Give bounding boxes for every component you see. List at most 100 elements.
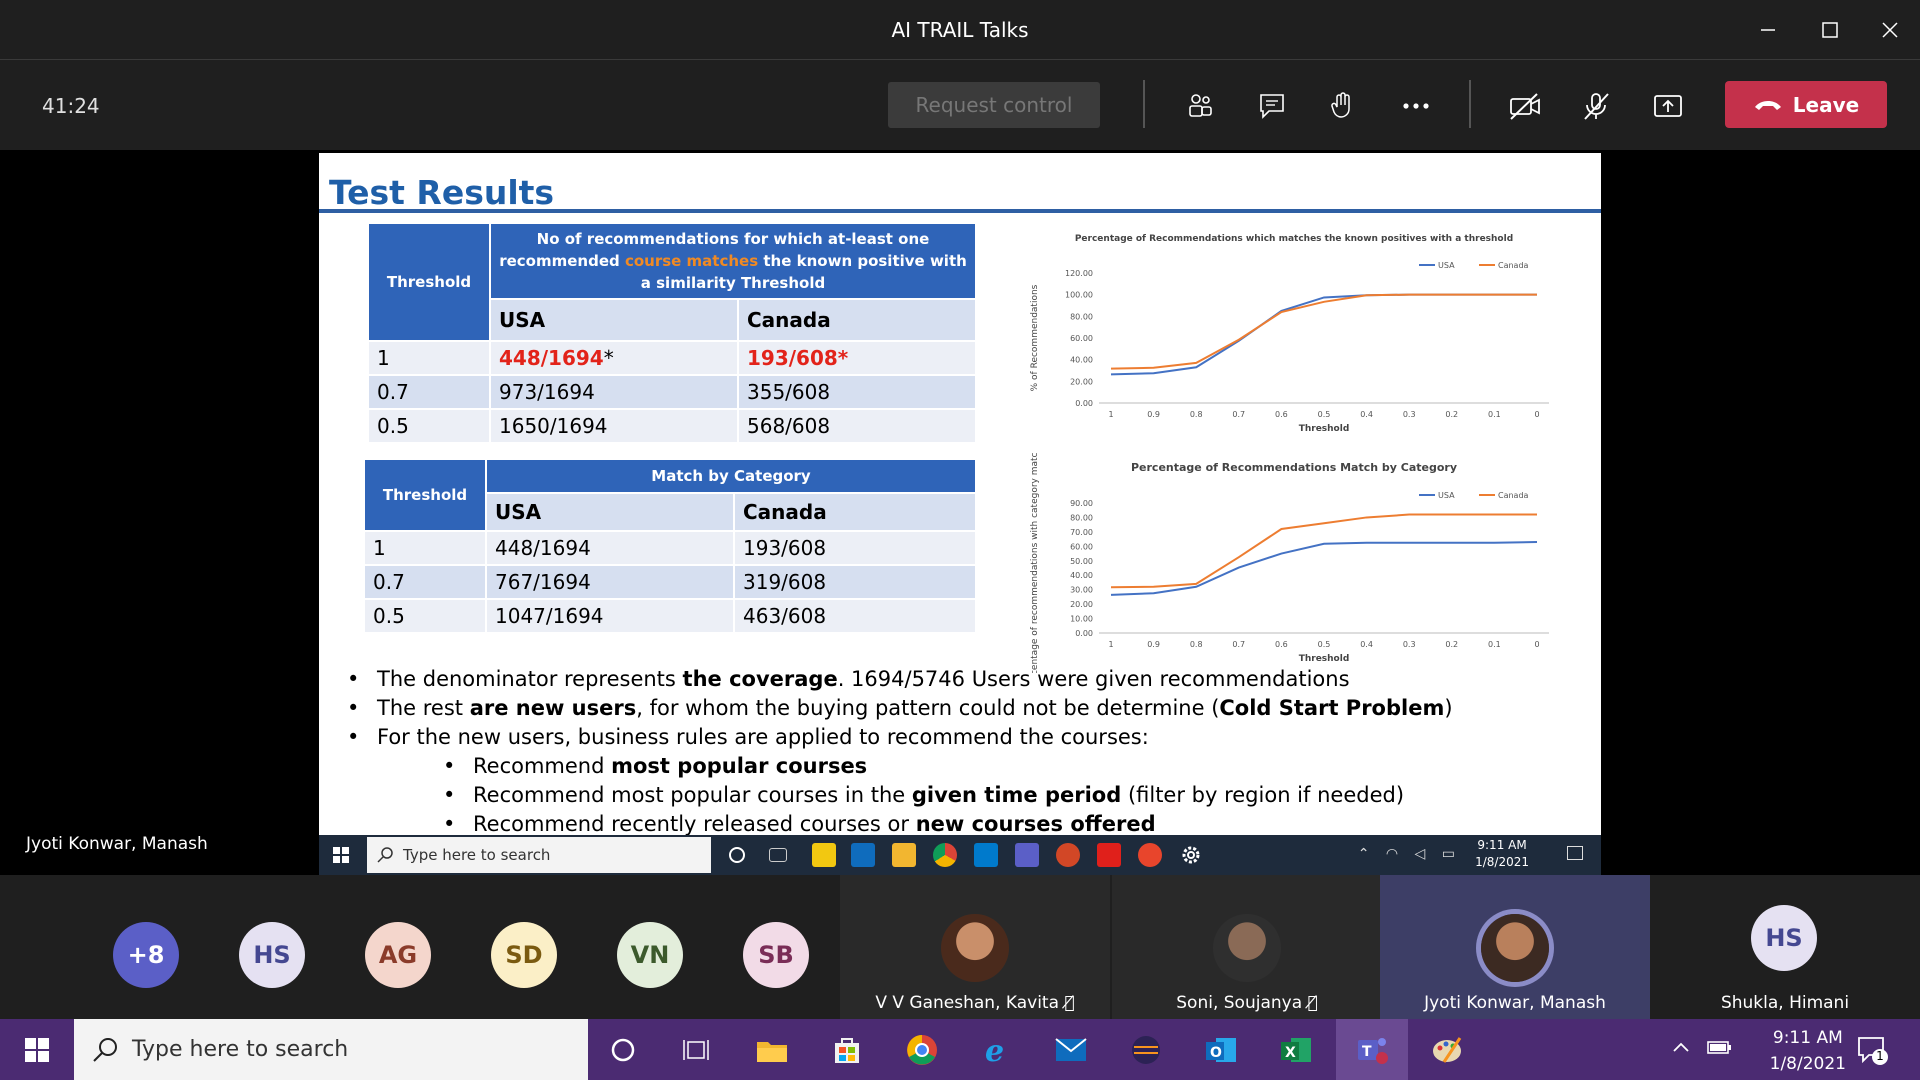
camera-off-icon [1510, 93, 1540, 120]
overflow-participants-button[interactable]: +8 [113, 922, 179, 988]
threshold-cell: 1 [367, 340, 491, 376]
mic-toggle-button[interactable] [1574, 84, 1618, 128]
show-hidden-icons-button[interactable] [1670, 1036, 1692, 1062]
mic-off-icon [1584, 93, 1609, 120]
notification-count: 1 [1876, 1049, 1884, 1063]
chrome-button[interactable] [903, 1031, 941, 1069]
threshold-cell: 0.7 [363, 564, 487, 600]
chat-button[interactable] [1250, 84, 1294, 128]
maximize-button[interactable] [1810, 14, 1850, 46]
shared-screen-taskbar: Type here to search ⌃ ◠ ◁ ▭ 9:11 AM 1/8/… [319, 835, 1601, 875]
taskbar-search-box[interactable]: Type here to search [74, 1019, 588, 1080]
windows-start-icon [25, 1038, 49, 1062]
participant-tile-active-speaker[interactable]: Jyoti Konwar, Manash [1380, 875, 1650, 1019]
acrobat-icon [1097, 843, 1121, 867]
outlook-button[interactable]: O [1202, 1031, 1240, 1069]
y-tick-label: 40.00 [1070, 356, 1093, 365]
y-tick-label: 20.00 [1070, 600, 1093, 609]
share-screen-button[interactable] [1646, 84, 1690, 128]
x-tick-label: 0.4 [1360, 410, 1373, 419]
participant-tile[interactable]: HS Shukla, Himani [1650, 875, 1920, 1019]
threshold-cell: 1 [363, 530, 487, 566]
avatar[interactable]: VN [617, 922, 683, 988]
paint-button[interactable] [1428, 1031, 1466, 1069]
table-row: 1 448/1694* 193/608* [367, 340, 977, 376]
mail-icon [1055, 1038, 1087, 1061]
camera-toggle-button[interactable] [1503, 84, 1547, 128]
avatar[interactable]: HS [239, 922, 305, 988]
x-tick-label: 0.7 [1232, 640, 1245, 649]
col-usa: USA [485, 492, 735, 532]
battery-status[interactable] [1706, 1037, 1732, 1061]
request-control-button[interactable]: Request control [888, 82, 1100, 128]
shared-clock: 9:11 AM 1/8/2021 [1475, 837, 1529, 871]
usa-cell: 1650/1694 [489, 408, 739, 444]
notification-icon [1858, 1037, 1888, 1065]
avatar[interactable]: SB [743, 922, 809, 988]
participant-tile[interactable]: Soni, Soujanya 🎙̸ [1112, 875, 1382, 1019]
chat-icon [1260, 94, 1284, 119]
notification-icon [1567, 846, 1583, 860]
canada-cell: 193/608* [737, 340, 977, 376]
participant-tile[interactable]: V V Ganeshan, Kavita 🎙̸ [840, 875, 1110, 1019]
avatar[interactable]: AG [365, 922, 431, 988]
edge-button[interactable]: e [978, 1031, 1016, 1069]
y-tick-label: 120.00 [1065, 269, 1093, 278]
store-button[interactable] [828, 1031, 866, 1069]
raise-hand-button[interactable] [1321, 84, 1365, 128]
category-header: Match by Category [485, 458, 977, 494]
participant-name: V V Ganeshan, Kavita 🎙̸ [840, 993, 1110, 1013]
title-underline [319, 209, 1601, 213]
sticky-notes-icon [812, 843, 836, 867]
mic-muted-icon: 🎙̸ [1307, 993, 1318, 1013]
system-tray-icons: ⌃ ◠ ◁ ▭ [1357, 846, 1461, 862]
minimize-button[interactable] [1748, 14, 1788, 46]
taskbar-clock[interactable]: 9:11 AM 1/8/2021 [1770, 1025, 1846, 1077]
chrome-icon [907, 1035, 937, 1065]
excel-icon: X [1281, 1038, 1311, 1062]
participant-name: Soni, Soujanya 🎙̸ [1112, 993, 1382, 1013]
x-tick-label: 1 [1108, 410, 1113, 419]
participant-photo [941, 914, 1009, 982]
close-button[interactable] [1870, 14, 1910, 46]
chart-title: Percentage of Recommendations which matc… [1075, 234, 1513, 244]
category-table: Threshold Match by Category USA Canada 1… [363, 458, 977, 634]
file-explorer-button[interactable] [753, 1031, 791, 1069]
svg-text:O: O [1210, 1045, 1222, 1061]
participants-button[interactable] [1178, 84, 1222, 128]
participant-name-text: V V Ganeshan, Kavita [875, 993, 1060, 1013]
bullet-emphasis: Cold Start Problem [1219, 696, 1445, 720]
teams-button[interactable]: T [1336, 1019, 1408, 1080]
cortana-button[interactable] [604, 1031, 642, 1069]
x-tick-label: 0.1 [1488, 640, 1501, 649]
y-tick-label: 80.00 [1070, 513, 1093, 522]
bullet-emphasis: most popular courses [611, 754, 868, 778]
paint-palette-icon [1433, 1037, 1462, 1063]
start-button[interactable] [18, 1031, 56, 1069]
avatar[interactable]: SD [491, 922, 557, 988]
battery-icon [1707, 1041, 1731, 1054]
task-view-button[interactable] [677, 1031, 715, 1069]
bullet-item: The rest are new users, for whom the buy… [347, 694, 1453, 723]
meeting-timer: 41:24 [42, 94, 100, 118]
threshold-cell: 0.5 [367, 408, 491, 444]
excel-button[interactable]: X [1277, 1031, 1315, 1069]
app-button[interactable] [1127, 1031, 1165, 1069]
usa-cell: 973/1694 [489, 374, 739, 410]
more-icon [1403, 103, 1429, 109]
folder-icon [757, 1042, 787, 1062]
y-tick-label: 20.00 [1070, 377, 1093, 386]
more-actions-button[interactable] [1394, 84, 1438, 128]
col-canada: Canada [733, 492, 977, 532]
y-tick-label: 50.00 [1070, 557, 1093, 566]
action-center-button[interactable]: 1 [1856, 1033, 1890, 1071]
leave-button[interactable]: Leave [1725, 81, 1887, 128]
mail-button[interactable] [1052, 1031, 1090, 1069]
window-title: AI TRAIL Talks [891, 18, 1029, 42]
presenter-name: Jyoti Konwar, Manash [26, 834, 208, 854]
y-tick-label: 40.00 [1070, 571, 1093, 580]
x-tick-label: 0.1 [1488, 410, 1501, 419]
y-tick-label: 100.00 [1065, 291, 1093, 300]
table-row: 0.5 1650/1694 568/608 [367, 408, 977, 444]
participant-name: Shukla, Himani [1720, 993, 1850, 1013]
